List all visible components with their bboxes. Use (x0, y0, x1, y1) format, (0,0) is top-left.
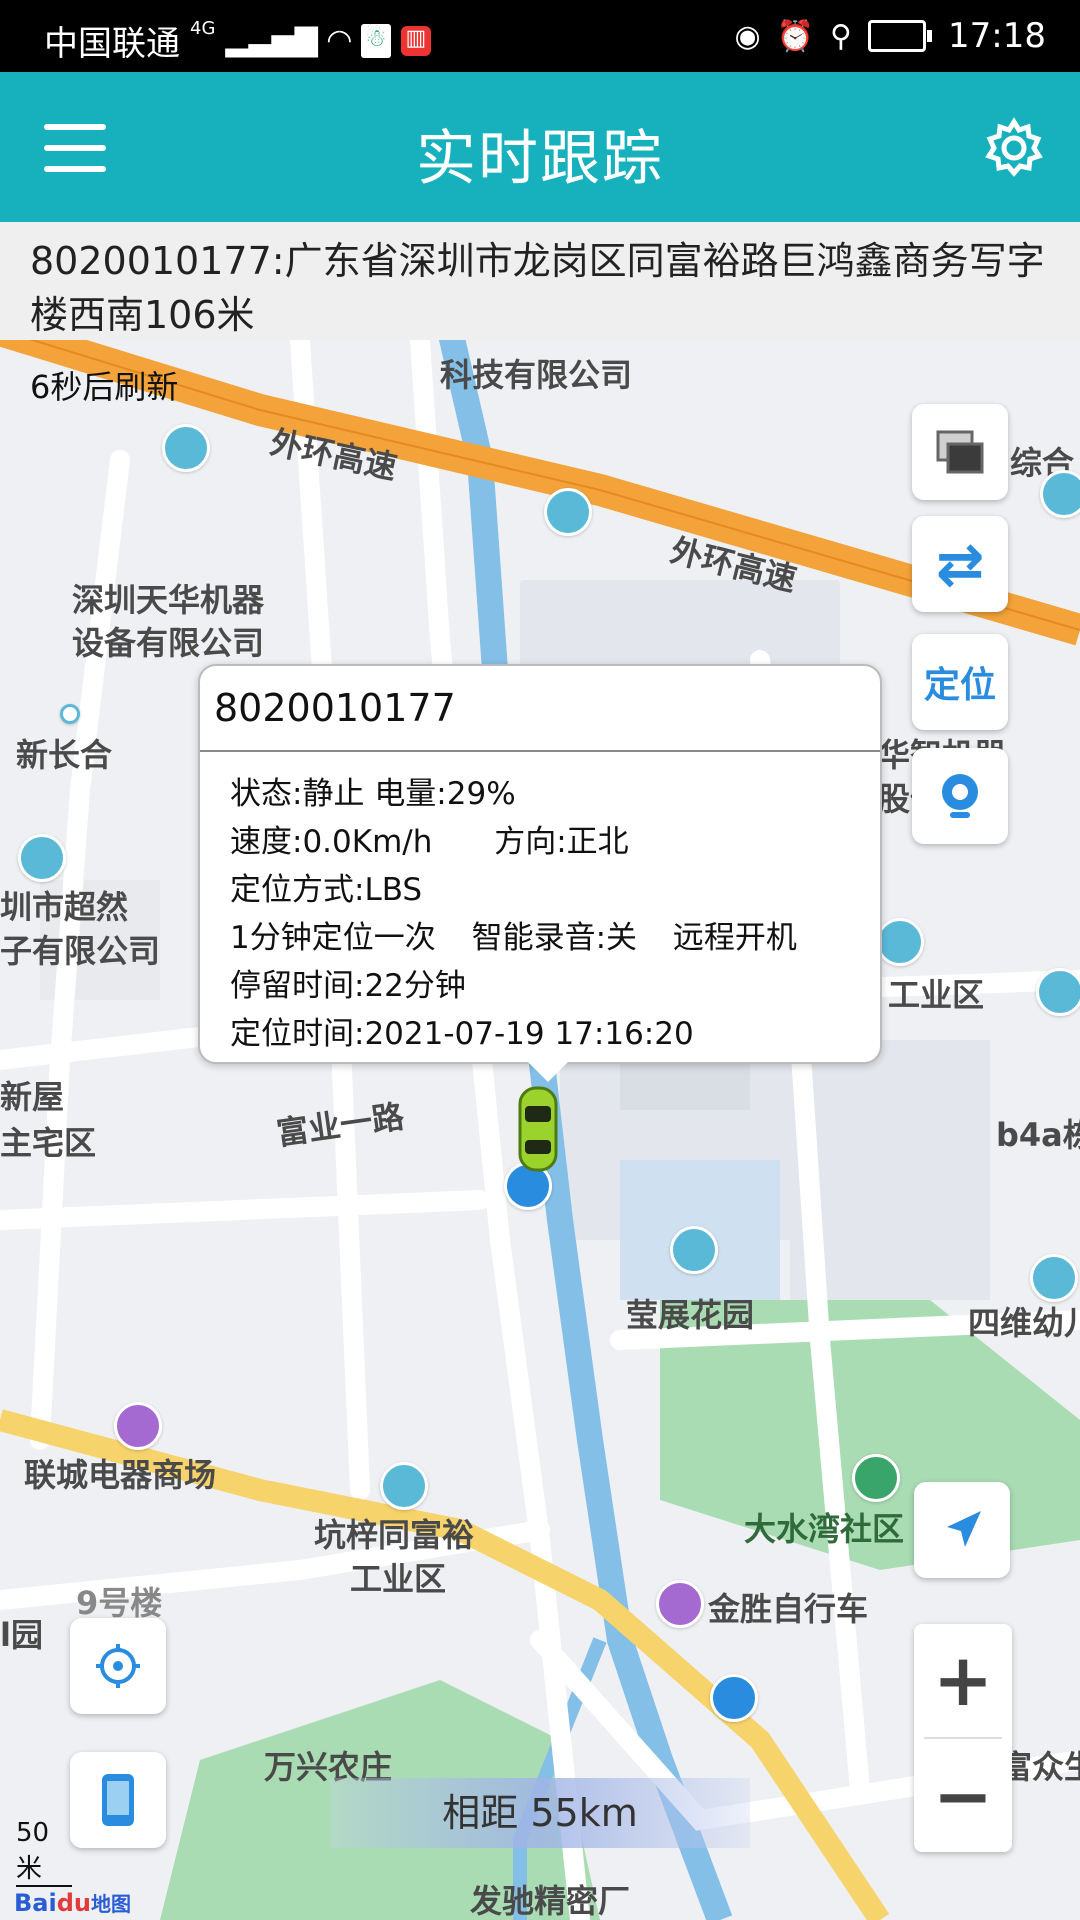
device-state: 状态:静止 (230, 776, 365, 812)
device-info-popup[interactable]: 8020010177 状态:静止 电量:29% 速度:0.0Km/h 方向:正北… (198, 664, 882, 1082)
place-poi-icon[interactable] (60, 704, 80, 724)
refresh-button[interactable]: ⇄ (912, 516, 1008, 612)
building-poi-icon[interactable] (18, 834, 66, 882)
building-poi-icon[interactable] (876, 918, 924, 966)
layers-icon (936, 430, 984, 474)
navigation-button[interactable] (914, 1482, 1010, 1578)
building-poi-icon[interactable] (544, 488, 592, 536)
locate-mode: 定位方式:LBS (230, 872, 423, 908)
camera-button[interactable] (912, 748, 1008, 844)
popup-pointer (528, 1062, 568, 1082)
zoom-in-button[interactable]: + (914, 1624, 1012, 1736)
settings-button[interactable] (982, 116, 1046, 180)
network-label: 4G (190, 18, 216, 39)
park-poi-icon[interactable] (852, 1454, 900, 1502)
eye-icon: ◉ (734, 18, 761, 54)
map-label: 四维幼儿 (968, 1304, 1080, 1342)
carrier-label: 中国联通 (44, 24, 180, 64)
map-label: 金胜自行车 (708, 1590, 869, 1628)
map-label: 科技有限公司 (440, 356, 633, 394)
locate-button[interactable]: 定位 (912, 634, 1008, 730)
navigation-arrow-icon (947, 1511, 981, 1547)
map-label: b4a栋 (996, 1116, 1080, 1154)
map-label: 莹展花园 (626, 1296, 755, 1334)
shop-poi-icon[interactable] (114, 1402, 162, 1450)
building-poi-icon[interactable] (1040, 470, 1080, 518)
phone-location-button[interactable] (70, 1752, 166, 1848)
locate-interval-link[interactable]: 1分钟定位一次 (230, 920, 436, 956)
map-label: 圳市超然 (0, 888, 129, 926)
status-bar: 中国联通 4G ▂▃▅▇ ◜◝ ☃ ▥ ◉ ⏰ ⚲ 17:18 (0, 0, 1080, 72)
book-notification-icon: ▥ (400, 25, 431, 56)
address-bar: 8020010177:广东省深圳市龙岗区同富裕路巨鸿鑫商务写字楼西南106米 (0, 222, 1080, 340)
refresh-icon: ⇄ (935, 530, 985, 598)
map-layer-button[interactable] (912, 404, 1008, 500)
zoom-out-button[interactable]: − (914, 1740, 1012, 1852)
bus-stop-icon[interactable] (710, 1674, 758, 1722)
signal-icon: ▂▃▅▇ (225, 23, 318, 58)
map-label: 工业区 (350, 1560, 447, 1598)
alarm-icon: ⏰ (776, 18, 815, 54)
building-poi-icon[interactable] (162, 424, 210, 472)
my-location-button[interactable] (70, 1618, 166, 1714)
app-bar: 实时跟踪 (0, 72, 1080, 222)
map-label: l园 (0, 1616, 43, 1654)
map-label: 联城电器商场 (24, 1456, 217, 1494)
map-label: 大水湾社区 (744, 1510, 905, 1548)
distance-indicator: 相距 55km (330, 1778, 750, 1848)
map-label: 设备有限公司 (72, 624, 265, 662)
locate-label: 定位 (923, 665, 996, 706)
stay-time: 停留时间:22分钟 (230, 968, 466, 1004)
battery-icon (868, 20, 933, 52)
building-poi-icon[interactable] (670, 1226, 718, 1274)
smart-recording-link[interactable]: 智能录音:关 (472, 920, 637, 956)
camera-icon (942, 774, 978, 818)
map-label: 主宅区 (0, 1124, 97, 1162)
map-label: 子有限公司 (0, 932, 161, 970)
map-label: 坑梓同富裕 (314, 1516, 475, 1554)
baidu-map-logo: Baidu地图 (14, 1889, 131, 1917)
gear-icon (985, 117, 1043, 177)
map-label: 发驰精密厂 (470, 1882, 631, 1920)
building-poi-icon[interactable] (380, 1462, 428, 1510)
building-poi-icon[interactable] (1030, 1254, 1078, 1302)
app-notification-icon: ☃ (360, 23, 391, 58)
zoom-control: + − (914, 1624, 1012, 1852)
remote-boot-link[interactable]: 远程开机 (673, 920, 797, 956)
map-label: 富众生 (1000, 1748, 1080, 1786)
clock: 17:18 (948, 16, 1046, 56)
map-label: 新长合 (16, 736, 113, 774)
locate-time: 定位时间:2021-07-19 17:16:20 (230, 1016, 694, 1052)
battery-level: 电量:29% (374, 776, 516, 812)
divider (200, 750, 880, 752)
device-speed: 速度:0.0Km/h (230, 824, 433, 860)
wifi-icon: ◜◝ (327, 23, 351, 58)
page-title: 实时跟踪 (416, 124, 664, 194)
map-scale: 50米 (16, 1818, 72, 1887)
building-poi-icon[interactable] (1036, 968, 1080, 1016)
crosshair-icon (96, 1644, 140, 1688)
shop-poi-icon[interactable] (656, 1580, 704, 1628)
map-label: 工业区 (888, 976, 985, 1014)
refresh-countdown: 6秒后刷新 (30, 368, 179, 406)
car-marker-icon[interactable] (516, 1086, 560, 1172)
location-icon: ⚲ (830, 18, 853, 54)
device-id: 8020010177 (214, 686, 456, 730)
map-label: 深圳天华机器 (72, 581, 265, 619)
map-label: 新屋 (0, 1078, 65, 1116)
phone-icon (102, 1774, 134, 1826)
device-direction: 方向:正北 (494, 824, 629, 860)
